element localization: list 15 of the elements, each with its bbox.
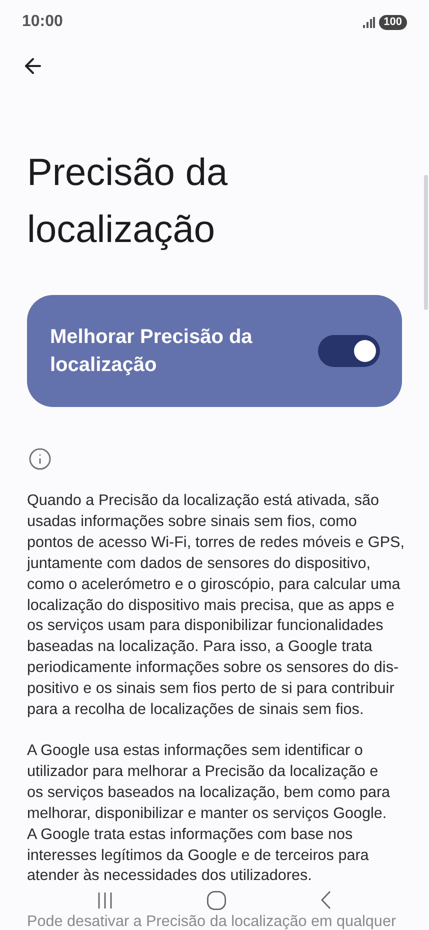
back-nav-icon[interactable] <box>321 891 332 910</box>
toggle-label: Melhorar Precisão da localização <box>50 325 254 378</box>
toggle-switch[interactable] <box>318 335 380 367</box>
signal-icon <box>362 16 375 28</box>
description-paragraph: A Google usa estas informações sem identificar o utilizador para melhorar a Precisão da localização e os serviços baseados na localização, bem como para melhorar, disponibilizar e manter os serviços Google. A Google trata estas informações com base nos interesses legítimos da Google e de terceiros para atender às necessidades dos utilizadores. <box>27 740 392 886</box>
description-paragraph: Quando a Precisão da localização está ativada, são usadas informações sobre sinais sem fios, como pontos de acesso Wi-Fi, torres de redes móveis e GPS, juntamente com dados de sensores do dispositivo, como o acelerómetro e o giroscópio, para calcular uma localização do dispositivo mais precisa, que as apps e os serviços usam para disponibilizar funcionalidades baseadas na localização. Para isso, a Google trata periodicamente informações sobre os sensores do dis- positivo e os sinais sem fios perto de si para contribuir para a recolha de localizações de sinais sem fios. <box>27 491 402 720</box>
scrollbar[interactable] <box>424 175 428 310</box>
home-icon[interactable] <box>206 890 226 910</box>
status-time: 10:00 <box>22 12 63 32</box>
recent-apps-icon[interactable] <box>98 892 112 909</box>
info-icon <box>28 447 52 471</box>
page-title: Precisão da localização <box>27 151 229 253</box>
toggle-card[interactable]: Melhorar Precisão da localização <box>27 295 402 407</box>
battery-level: 100 <box>378 14 407 30</box>
description-paragraph: Pode desativar a Precisão da localização em qualquer <box>27 913 398 930</box>
